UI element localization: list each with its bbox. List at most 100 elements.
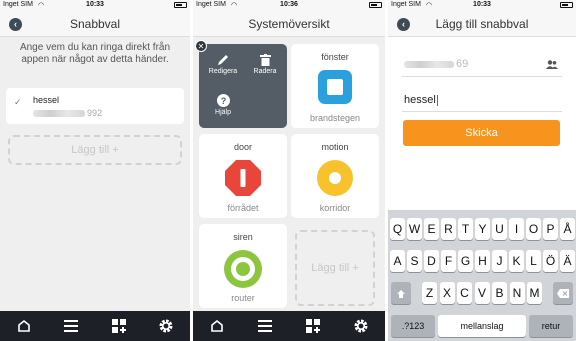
key-o[interactable]: O: [526, 218, 541, 240]
tile-subtitle: router: [231, 293, 255, 303]
close-edit-button[interactable]: ✕: [195, 40, 207, 52]
redacted-number: [33, 110, 85, 118]
tab-settings[interactable]: [154, 316, 178, 336]
backspace-key[interactable]: [553, 282, 573, 304]
key-g[interactable]: G: [458, 250, 473, 272]
tile-title: door: [233, 142, 252, 152]
home-icon: [211, 319, 223, 332]
tile-title: motion: [321, 142, 349, 152]
key-ä[interactable]: Ä: [560, 250, 575, 272]
battery-icon: [174, 2, 187, 8]
menu-icon: [64, 320, 79, 332]
contact-name: hessel: [33, 95, 60, 105]
key-t[interactable]: T: [458, 218, 473, 240]
space-key[interactable]: mellanslag: [438, 315, 526, 337]
clock: 10:33: [473, 1, 491, 8]
return-key[interactable]: retur: [529, 315, 573, 337]
key-l[interactable]: L: [526, 250, 541, 272]
key-w[interactable]: W: [407, 218, 422, 240]
help-label: Hjälp: [215, 109, 231, 116]
send-button[interactable]: Skicka: [403, 120, 560, 146]
contacts-picker-icon[interactable]: [546, 60, 558, 72]
key-x[interactable]: X: [439, 282, 455, 304]
contact-item[interactable]: ✓ hessel 992: [6, 88, 184, 124]
tile-title: siren: [233, 232, 253, 242]
tile-subtitle: korridor: [319, 203, 351, 213]
name-value: hessel: [404, 94, 438, 106]
help-icon: ?: [216, 94, 230, 107]
device-tile-motion[interactable]: motion korridor: [291, 134, 379, 218]
device-tile-door[interactable]: door förrådet: [199, 134, 287, 218]
page-title: Systemöversikt: [248, 17, 330, 31]
battery-icon: [369, 2, 382, 8]
name-field[interactable]: hessel: [402, 90, 562, 112]
edit-label: Redigera: [208, 68, 238, 75]
status-bar: Inget SIM ◠ 10:33: [0, 0, 190, 11]
key-s[interactable]: S: [407, 250, 422, 272]
key-y[interactable]: Y: [475, 218, 490, 240]
text-caret: [436, 94, 438, 106]
menu-icon: [258, 320, 272, 332]
battery-icon: [560, 2, 573, 8]
quick-dial-screen: Inget SIM ◠ 10:33 ‹ Snabbval Ange vem du…: [0, 0, 190, 341]
key-a[interactable]: A: [390, 250, 405, 272]
backspace-icon: [557, 289, 569, 299]
add-contact-button[interactable]: Lägg till +: [8, 135, 182, 165]
tab-add-device[interactable]: [301, 316, 325, 336]
tab-home[interactable]: [12, 316, 36, 336]
key-c[interactable]: C: [457, 282, 472, 304]
phone-field[interactable]: 69: [402, 55, 562, 77]
key-f[interactable]: F: [441, 250, 456, 272]
siren-ring-icon: [224, 250, 262, 293]
key-d[interactable]: D: [424, 250, 439, 272]
gear-icon: [354, 319, 368, 333]
key-h[interactable]: H: [475, 250, 490, 272]
add-device-button[interactable]: Lägg till +: [295, 230, 375, 306]
shift-key[interactable]: [391, 282, 411, 304]
phone-value: 69: [404, 58, 468, 70]
page-title: Snabbval: [69, 17, 121, 31]
redacted-number: [404, 60, 454, 68]
page-title: Lägg till snabbval: [435, 17, 529, 31]
tab-settings[interactable]: [349, 316, 373, 336]
clock: 10:36: [280, 1, 298, 8]
key-z[interactable]: Z: [422, 282, 437, 304]
key-b[interactable]: B: [492, 282, 507, 304]
key-i[interactable]: I: [509, 218, 524, 240]
keyboard-row-2: ASDFGHJKLÖÄ: [388, 250, 576, 274]
nav-header: ‹ Snabbval: [0, 11, 190, 37]
tab-home[interactable]: [205, 316, 229, 336]
tile-subtitle: brandstegen: [309, 113, 361, 123]
edit-button[interactable]: Redigera: [205, 54, 241, 75]
motion-circle-icon: [317, 160, 353, 201]
device-tile-siren[interactable]: siren router: [199, 224, 287, 308]
delete-button[interactable]: Radera: [247, 54, 283, 75]
key-p[interactable]: P: [543, 218, 558, 240]
tab-menu[interactable]: [59, 316, 83, 336]
nav-header: ‹ Lägg till snabbval: [388, 11, 576, 37]
tab-add-device[interactable]: [107, 316, 131, 336]
name-text: hessel: [404, 94, 436, 106]
key-m[interactable]: M: [527, 282, 542, 304]
key-u[interactable]: U: [492, 218, 507, 240]
tab-menu[interactable]: [253, 316, 277, 336]
intro-text: Ange vem du kan ringa direkt från appen …: [19, 42, 171, 65]
key-r[interactable]: R: [441, 218, 456, 240]
key-n[interactable]: N: [509, 282, 525, 304]
key-å[interactable]: Å: [560, 218, 575, 240]
key-q[interactable]: Q: [390, 218, 405, 240]
key-k[interactable]: K: [509, 250, 524, 272]
key-ö[interactable]: Ö: [543, 250, 558, 272]
key-e[interactable]: E: [424, 218, 439, 240]
contact-number: 992: [33, 108, 102, 118]
gear-icon: [159, 319, 173, 333]
phone-suffix: 69: [456, 58, 469, 70]
key-j[interactable]: J: [492, 250, 507, 272]
numbers-key[interactable]: .?123: [391, 315, 435, 337]
keyboard-row-3: ZXCVBNM: [388, 282, 576, 306]
delete-label: Radera: [253, 68, 277, 75]
help-button[interactable]: ? Hjälp: [205, 94, 241, 116]
device-tile-window[interactable]: fönster brandstegen: [291, 44, 379, 128]
keyboard-row-4: .?123 mellanslag retur: [388, 315, 576, 339]
key-v[interactable]: V: [474, 282, 490, 304]
